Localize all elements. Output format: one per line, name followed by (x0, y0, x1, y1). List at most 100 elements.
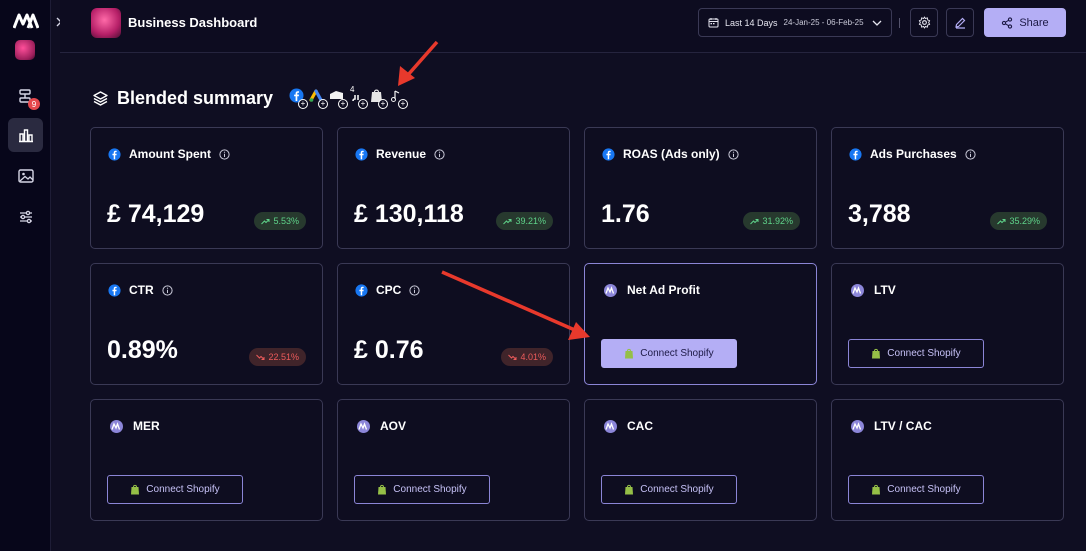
metric-card[interactable]: Ads Purchases 3,788 35.29% (831, 127, 1064, 249)
metric-card[interactable]: LTV / CAC Connect Shopify (831, 399, 1064, 521)
add-shopify-integration[interactable]: + (369, 88, 388, 109)
info-icon[interactable] (162, 284, 173, 296)
facebook-icon (849, 147, 862, 161)
info-icon[interactable] (409, 284, 420, 296)
info-icon[interactable] (219, 148, 230, 160)
facebook-icon (108, 147, 121, 161)
card-value: £ 74,129 (107, 200, 205, 228)
share-button[interactable]: Share (984, 8, 1066, 37)
card-header: LTV (849, 283, 896, 297)
card-label: CTR (129, 283, 154, 297)
metric-card[interactable]: Revenue £ 130,118 39.21% (337, 127, 570, 249)
metric-card[interactable]: CAC Connect Shopify (584, 399, 817, 521)
change-value: 22.51% (268, 352, 299, 362)
connect-shopify-label: Connect Shopify (640, 348, 714, 359)
connect-shopify-button[interactable]: Connect Shopify (107, 475, 243, 504)
edit-button[interactable] (946, 8, 974, 37)
notification-badge: 9 (28, 98, 40, 110)
connect-shopify-label: Connect Shopify (887, 348, 961, 359)
trend-down-icon (508, 354, 517, 360)
trend-up-icon (997, 218, 1006, 224)
page-title: Business Dashboard (128, 15, 258, 30)
shopify-icon (625, 484, 634, 495)
workspace-avatar[interactable] (15, 40, 35, 60)
connect-shopify-button[interactable]: Connect Shopify (848, 339, 984, 368)
info-icon[interactable] (434, 148, 445, 160)
brand-m-icon (851, 283, 864, 297)
add-tiktok-integration[interactable]: 4 + (349, 85, 368, 109)
change-value: 4.01% (520, 352, 546, 362)
add-facebook-integration[interactable]: + (289, 88, 308, 109)
annotation-arrow-head (398, 66, 415, 86)
section-title: Blended summary (117, 88, 274, 108)
metric-card[interactable]: CPC £ 0.76 4.01% (337, 263, 570, 385)
card-value: 0.89% (107, 336, 178, 364)
toolbar-divider (899, 18, 900, 28)
card-header: AOV (355, 419, 406, 433)
card-label: CAC (627, 419, 653, 433)
metric-card[interactable]: Net Ad Profit Connect Shopify (584, 263, 817, 385)
date-range-label: Last 14 Days (725, 17, 778, 28)
card-value: £ 130,118 (354, 200, 464, 228)
add-icon: + (378, 99, 388, 109)
card-header: Amount Spent (108, 147, 230, 161)
metric-card[interactable]: ROAS (Ads only) 1.76 31.92% (584, 127, 817, 249)
sidebar-item-settings[interactable] (8, 200, 43, 234)
card-header: MER (108, 419, 160, 433)
trend-up-icon (261, 218, 270, 224)
facebook-icon (108, 283, 121, 297)
add-music-integration[interactable]: + (389, 88, 408, 109)
card-header: CPC (355, 283, 420, 297)
section-header: Blended summary (92, 88, 273, 109)
brand-m-icon (110, 419, 123, 433)
add-google-ads-integration[interactable]: + (309, 88, 328, 109)
info-icon[interactable] (965, 148, 976, 160)
connect-shopify-label: Connect Shopify (146, 484, 220, 495)
card-label: AOV (380, 419, 407, 433)
metric-card[interactable]: CTR 0.89% 22.51% (90, 263, 323, 385)
change-badge: 35.29% (990, 212, 1047, 230)
date-range-picker[interactable]: Last 14 Days 24-Jan-25 - 06-Feb-25 (698, 8, 892, 37)
card-header: Ads Purchases (849, 147, 976, 161)
sidebar-item-integrations[interactable]: 9 (8, 80, 43, 114)
facebook-icon (355, 147, 368, 161)
change-badge: 31.92% (743, 212, 800, 230)
card-header: CAC (602, 419, 653, 433)
sidebar-item-dashboard[interactable] (8, 118, 43, 152)
connect-shopify-button[interactable]: Connect Shopify (848, 475, 984, 504)
app-logo-icon[interactable] (13, 12, 39, 30)
connect-shopify-label: Connect Shopify (640, 484, 714, 495)
change-badge: 22.51% (249, 348, 306, 366)
edit-icon (954, 17, 965, 29)
brand-m-icon (851, 419, 864, 433)
settings-button[interactable] (910, 8, 938, 37)
share-label: Share (1019, 16, 1049, 29)
add-icon: + (338, 99, 348, 109)
date-range-value: 24-Jan-25 - 06-Feb-25 (783, 18, 864, 27)
shopify-icon (872, 348, 881, 359)
connect-shopify-label: Connect Shopify (393, 484, 467, 495)
metric-card[interactable]: AOV Connect Shopify (337, 399, 570, 521)
connect-shopify-button[interactable]: Connect Shopify (354, 475, 490, 504)
shopify-icon (625, 348, 634, 359)
info-icon[interactable] (728, 148, 739, 160)
change-badge: 4.01% (501, 348, 553, 366)
connect-shopify-label: Connect Shopify (887, 484, 961, 495)
card-label: MER (133, 419, 160, 433)
facebook-icon (602, 147, 615, 161)
connect-shopify-button[interactable]: Connect Shopify (601, 475, 737, 504)
connect-shopify-button[interactable]: Connect Shopify (601, 339, 737, 368)
add-email-integration[interactable]: + (329, 88, 348, 109)
change-badge: 39.21% (496, 212, 553, 230)
metric-card[interactable]: LTV Connect Shopify (831, 263, 1064, 385)
metric-card[interactable]: Amount Spent £ 74,129 5.53% (90, 127, 323, 249)
card-label: ROAS (Ads only) (623, 147, 720, 161)
integration-icons: + + + 4 + + + (289, 85, 408, 109)
card-header: LTV / CAC (849, 419, 932, 433)
calendar-icon (708, 18, 719, 28)
change-value: 31.92% (762, 216, 793, 226)
brand-m-icon (604, 419, 617, 433)
metric-card[interactable]: MER Connect Shopify (90, 399, 323, 521)
sidebar-item-creatives[interactable] (8, 159, 43, 193)
card-label: Ads Purchases (870, 147, 957, 161)
